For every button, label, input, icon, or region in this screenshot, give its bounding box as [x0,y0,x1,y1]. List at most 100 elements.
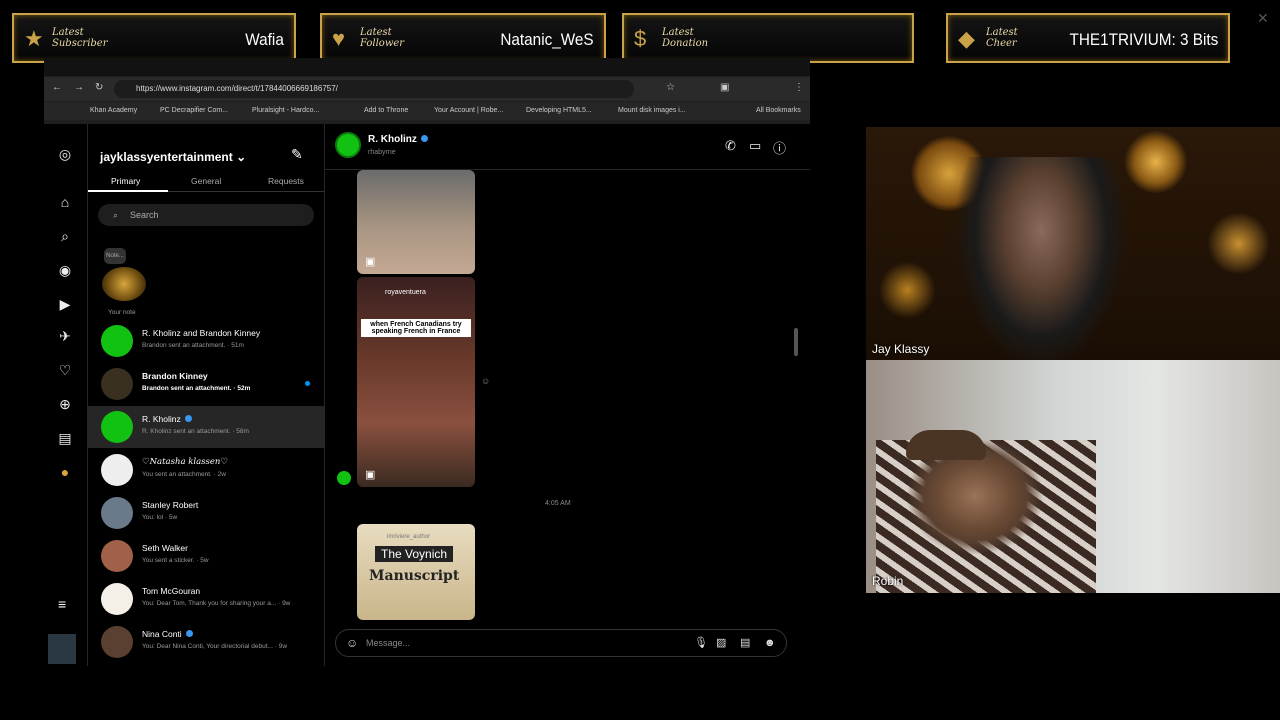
tab-primary[interactable]: Primary [111,176,140,186]
star-icon[interactable]: ☆ [666,82,675,93]
conversation-item[interactable]: R. Kholinz and Brandon Kinney Brandon se… [88,320,325,362]
conversation-name: Seth Walker [142,543,188,553]
star-icon: ★ [24,26,44,51]
address-bar: ← → ↻ https://www.instagram.com/direct/t… [44,77,810,101]
profile-icon[interactable]: ● [57,464,73,480]
phone-icon[interactable]: ✆ [725,138,736,154]
create-icon[interactable]: ⊕ [57,396,73,412]
reel-title: The Voynich [375,546,454,562]
emoji-icon[interactable]: ☺ [346,630,358,656]
microphone-icon[interactable]: 🎙 [694,630,708,656]
bookmarks-bar: Khan Academy PC Decrapifier Com... Plura… [44,102,810,120]
messages-icon[interactable]: ✈ [57,328,73,344]
webcam-jay: Jay Klassy [866,127,1280,360]
conversation-item[interactable]: ♡Natasha klassen♡ You sent an attachment… [88,449,325,491]
bookmark-item[interactable]: Developing HTML5... [526,107,592,114]
tab-requests[interactable]: Requests [268,176,304,186]
alert-value: Natanic_WeS [500,30,594,49]
alert-value: THE1TRIVIUM: 3 Bits [1069,30,1218,49]
chat-panel: R. Kholinz rhabyrne ✆ ▭ ⓘ ▣ royaventuera… [325,124,810,666]
search-icon[interactable]: ⌕ [57,228,73,244]
account-switcher[interactable]: jayklassyentertainment ⌄ [100,150,246,164]
avatar[interactable] [335,132,361,158]
sender-avatar [337,471,351,485]
bookmark-item[interactable]: All Bookmarks [756,107,801,114]
scroll-thumb[interactable] [794,328,798,356]
reel-icon: ▣ [365,469,376,481]
bookmark-item[interactable]: Add to Throne [364,107,408,114]
menu-dots-icon[interactable]: ⋮ [794,82,804,93]
conversation-item[interactable]: Tom McGouran You: Dear Tom, Thank you fo… [88,578,325,620]
verified-icon [184,415,192,422]
conversation-name: Stanley Robert [142,500,199,510]
conversation-name: Brandon Kinney [142,371,208,381]
react-icon[interactable]: ☺ [481,376,490,386]
compose-icon[interactable]: ✎ [291,146,303,163]
back-icon[interactable]: ← [52,82,62,93]
cam-label: Robin [872,574,904,588]
note-avatar[interactable] [102,267,146,301]
conversation-item[interactable]: Stanley Robert You: lol · 5w [88,492,325,534]
heart-icon[interactable]: ♡ [57,362,73,378]
url-field[interactable]: https://www.instagram.com/direct/t/17844… [114,80,634,98]
dashboard-icon[interactable]: ▤ [57,430,73,446]
conversation-preview: You sent an attachment. · 2w [142,471,226,478]
unread-dot [305,381,310,386]
search-input[interactable]: ⌕ Search [98,204,314,226]
tab-general[interactable]: General [191,176,221,186]
note-bubble[interactable]: Note... [104,248,126,264]
verified-icon [185,630,193,637]
reel-message[interactable]: ▣ [357,170,475,274]
instagram-page: ◎ ⌂ ⌕ ◉ ▶ ✈ ♡ ⊕ ▤ ● jayklassyentertainme… [44,124,810,666]
chat-title[interactable]: R. Kholinz [368,134,428,145]
conversation-preview: You: Dear Nina Conti, Your directorial d… [142,643,288,650]
bookmark-item[interactable]: Khan Academy [90,107,137,114]
explore-icon[interactable]: ◉ [57,262,73,278]
alert-label: Latest Donation [662,27,709,49]
latest-follower-alert: ♥ Latest Follower Natanic_WeS [320,13,606,63]
conversation-item[interactable]: Nina Conti You: Dear Nina Conti, Your di… [88,621,325,663]
browser-window: ← → ↻ https://www.instagram.com/direct/t… [44,58,810,666]
reload-icon[interactable]: ↻ [95,82,103,93]
heart-icon: ♥ [332,26,346,51]
conversation-preview: You: lol · 5w [142,514,178,521]
reel-message[interactable]: imriviere_author The Voynich Manuscript [357,524,475,620]
video-icon[interactable]: ▭ [749,138,761,154]
avatar [101,411,133,443]
close-icon[interactable]: ✕ [1257,10,1269,27]
bookmark-item[interactable]: PC Decrapifier Com... [160,107,228,114]
reels-icon[interactable]: ▶ [57,296,73,312]
message-input[interactable]: ☺ Message... 🎙 ▨ ▤ ☻ [335,629,787,657]
bookmark-item[interactable]: Mount disk images i... [618,107,686,114]
reel-caption: when French Canadians try speaking Frenc… [361,319,471,337]
instagram-icon[interactable]: ◎ [57,146,73,162]
sticker-icon[interactable]: ☻ [764,630,776,656]
home-icon[interactable]: ⌂ [57,194,73,210]
search-placeholder: Search [130,210,159,220]
conversation-item[interactable]: Brandon Kinney Brandon sent an attachmen… [88,363,325,405]
conversation-preview: Brandon sent an attachment. · 52m [142,385,251,392]
extensions-icon[interactable]: ▣ [720,82,729,93]
search-icon: ⌕ [113,210,119,220]
info-icon[interactable]: ⓘ [773,138,786,157]
reel-author: royaventuera [385,289,426,296]
conversation-item[interactable]: Seth Walker You sent a sticker. · 5w [88,535,325,577]
streamer-video [956,157,1126,360]
conversation-item[interactable]: R. Kholinz R. Kholinz sent an attachment… [88,406,325,448]
chat-scrollbar[interactable] [792,172,800,620]
dollar-icon: $ [634,26,647,51]
conversation-preview: Brandon sent an attachment. · 51m [142,342,244,349]
taskbar-thumbnail [48,634,76,664]
username: jayklassyentertainment [100,150,233,164]
hamburger-menu-icon[interactable]: ≡ [58,596,66,612]
webcam-robin: Robin [866,360,1280,593]
forward-icon[interactable]: → [74,82,84,93]
conversation-name: Tom McGouran [142,586,201,596]
image-icon[interactable]: ▨ [716,630,726,656]
bookmark-item[interactable]: Your Account | Robe... [434,107,503,114]
bookmark-item[interactable]: Pluralsight - Hardco... [252,107,319,114]
gif-icon[interactable]: ▤ [740,630,750,656]
tab-strip[interactable] [44,58,810,76]
conversation-name: ♡Natasha klassen♡ [142,457,229,467]
reel-message[interactable]: royaventuera when French Canadians try s… [357,277,475,487]
